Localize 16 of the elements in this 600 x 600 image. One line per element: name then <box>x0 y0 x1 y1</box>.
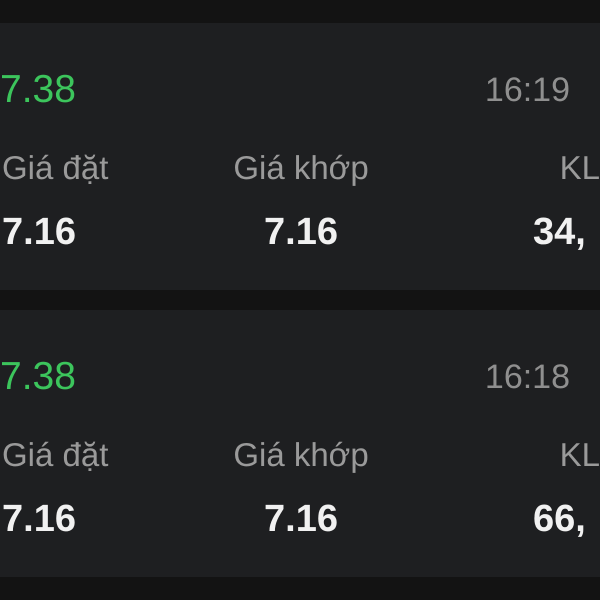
field-value: 7.16 <box>2 210 76 255</box>
time-text: 16:19 <box>484 70 570 111</box>
field-label: Giá khớp <box>233 435 369 475</box>
price-text: 7.38 <box>0 354 76 400</box>
field-value: 7.16 <box>264 497 338 542</box>
field-value: 7.16 <box>2 497 76 542</box>
field-label: KL <box>560 148 600 188</box>
price-text: 7.38 <box>0 67 76 113</box>
field-value: 7.16 <box>264 210 338 255</box>
field-value: 66, <box>533 497 586 542</box>
field-value: 34, <box>533 210 586 255</box>
field-label: Giá đặt <box>2 148 108 188</box>
field-label: KL <box>560 435 600 475</box>
field-label: Giá đặt <box>2 435 108 475</box>
time-text: 16:18 <box>484 357 570 398</box>
field-label: Giá khớp <box>233 148 369 188</box>
